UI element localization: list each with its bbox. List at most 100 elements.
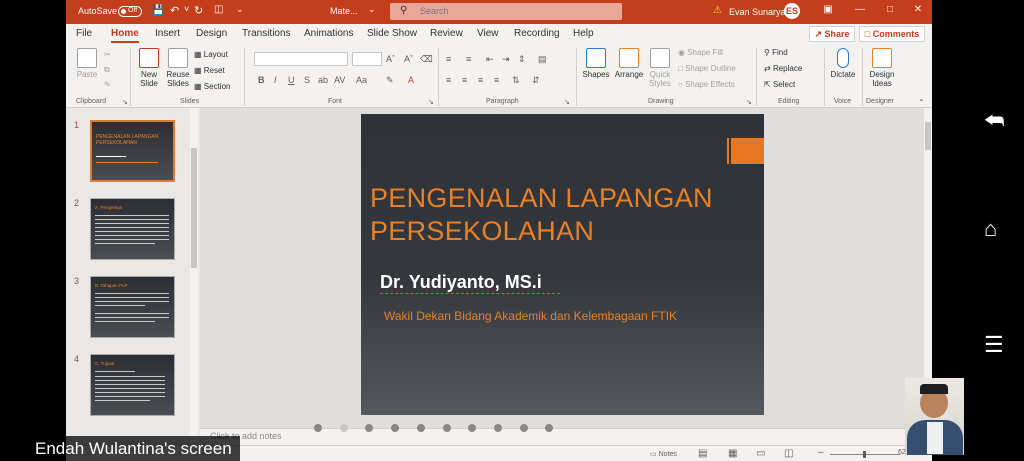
decrease-font-icon[interactable]: Aˇ: [404, 54, 413, 64]
increase-font-icon[interactable]: Aˆ: [386, 54, 395, 64]
slide-author[interactable]: Dr. Yudiyanto, MS.i: [380, 272, 542, 293]
maximize-icon[interactable]: □: [880, 4, 900, 20]
select-button[interactable]: ⇱ Select: [764, 80, 795, 89]
zoom-slider-knob[interactable]: [863, 451, 866, 458]
font-name-field[interactable]: [254, 52, 348, 66]
current-slide[interactable]: PENGENALAN LAPANGAN PERSEKOLAHAN Dr. Yud…: [361, 114, 764, 415]
reading-view-icon[interactable]: ▭: [756, 448, 765, 459]
bold-button[interactable]: B: [258, 75, 265, 85]
tab-insert[interactable]: Insert: [155, 28, 180, 39]
tab-file[interactable]: File: [76, 28, 92, 39]
char-spacing-button[interactable]: AV: [334, 75, 345, 85]
shape-outline-button[interactable]: □ Shape Outline: [678, 64, 736, 73]
text-direction-icon[interactable]: ⇅: [512, 75, 520, 86]
zoom-out-icon[interactable]: –: [818, 447, 824, 458]
normal-view-icon[interactable]: ▤: [698, 448, 707, 459]
scrollbar-thumb[interactable]: [925, 122, 931, 150]
tab-animations[interactable]: Animations: [304, 28, 353, 39]
clipboard-launcher-icon[interactable]: ↘: [122, 98, 128, 106]
tab-design[interactable]: Design: [196, 28, 227, 39]
section-button[interactable]: ▦ Section: [194, 82, 230, 91]
pager-dot[interactable]: [339, 424, 348, 432]
redo-icon[interactable]: ↻: [194, 4, 203, 17]
home-icon[interactable]: ⌂: [984, 216, 997, 242]
user-name[interactable]: Evan Sunarya: [729, 7, 786, 17]
highlight-icon[interactable]: ✎: [386, 75, 394, 86]
justify-icon[interactable]: ≡: [494, 75, 499, 85]
zoom-level[interactable]: 62: [898, 449, 906, 456]
quick-styles-button[interactable]: Quick Styles: [646, 48, 674, 88]
shapes-button[interactable]: Shapes: [582, 48, 610, 79]
slide-title[interactable]: PENGENALAN LAPANGAN PERSEKOLAHAN: [370, 182, 760, 248]
new-slide-button[interactable]: New Slide: [136, 48, 162, 88]
line-spacing-icon[interactable]: ⇕: [518, 54, 526, 65]
thumbnail-scrollbar[interactable]: [190, 108, 198, 461]
slide-thumbnail-3[interactable]: B. Tahapan PLP: [90, 276, 175, 338]
numbering-icon[interactable]: ≡: [466, 54, 471, 64]
search-input[interactable]: [420, 5, 610, 17]
arrange-button[interactable]: Arrange: [614, 48, 644, 79]
undo-icon[interactable]: ↶: [170, 4, 179, 17]
shape-effects-button[interactable]: ○ Shape Effects: [678, 80, 735, 89]
minimize-icon[interactable]: —: [850, 4, 870, 20]
pager-dot[interactable]: [391, 424, 400, 432]
shadow-button[interactable]: ab: [318, 75, 328, 85]
participant-video[interactable]: [905, 378, 964, 455]
menu-icon[interactable]: ☰: [984, 332, 1004, 358]
ribbon-display-icon[interactable]: ▣: [818, 4, 838, 20]
save-icon[interactable]: 💾: [152, 5, 164, 16]
decrease-indent-icon[interactable]: ⇤: [486, 54, 494, 65]
tab-slide-show[interactable]: Slide Show: [367, 28, 417, 39]
format-painter-icon[interactable]: ✎: [104, 80, 111, 89]
align-center-icon[interactable]: ≡: [462, 75, 467, 85]
align-left-icon[interactable]: ≡: [446, 75, 451, 85]
present-icon[interactable]: ◫: [214, 4, 223, 15]
tab-view[interactable]: View: [477, 28, 499, 39]
font-size-field[interactable]: [352, 52, 382, 66]
pager-dot[interactable]: [365, 424, 374, 432]
italic-button[interactable]: I: [274, 75, 277, 85]
tab-review[interactable]: Review: [430, 28, 463, 39]
share-button[interactable]: ↗ Share: [809, 26, 855, 42]
slide-thumbnail-2[interactable]: A. Pengertian: [90, 198, 175, 260]
slide-thumbnail-1[interactable]: PENGENALAN LAPANGAN PERSEKOLAHAN: [90, 120, 175, 182]
back-icon[interactable]: ⮪: [984, 108, 1004, 134]
pager-dot[interactable]: [545, 424, 554, 432]
dictate-button[interactable]: Dictate: [828, 48, 858, 79]
tab-transitions[interactable]: Transitions: [242, 28, 291, 39]
user-avatar[interactable]: ES: [784, 3, 800, 19]
collapse-ribbon-icon[interactable]: ⌃: [918, 98, 925, 107]
slide-sorter-icon[interactable]: ▦: [728, 448, 737, 459]
strikethrough-button[interactable]: S: [304, 75, 310, 85]
close-icon[interactable]: ✕: [908, 4, 928, 20]
tab-recording[interactable]: Recording: [514, 28, 560, 39]
search-box[interactable]: ⚲: [390, 3, 622, 20]
tab-help[interactable]: Help: [573, 28, 594, 39]
columns-icon[interactable]: ▤: [538, 54, 547, 65]
reset-button[interactable]: ▦ Reset: [194, 66, 225, 75]
design-ideas-button[interactable]: Design Ideas: [866, 48, 898, 88]
tab-home[interactable]: Home: [111, 28, 139, 43]
paragraph-launcher-icon[interactable]: ↘: [564, 98, 570, 106]
pager-dot[interactable]: [314, 424, 322, 432]
font-launcher-icon[interactable]: ↘: [428, 98, 434, 106]
font-color-icon[interactable]: A: [408, 75, 414, 85]
bullets-icon[interactable]: ≡: [446, 54, 451, 64]
find-button[interactable]: ⚲ Find: [764, 48, 788, 57]
pager-dot[interactable]: [493, 424, 502, 432]
align-right-icon[interactable]: ≡: [478, 75, 483, 85]
change-case-button[interactable]: Aa: [356, 75, 367, 85]
title-dropdown-icon[interactable]: ⌄: [368, 4, 376, 15]
align-text-icon[interactable]: ⇵: [532, 75, 540, 86]
pager-dot[interactable]: [468, 424, 477, 432]
slide-subtitle[interactable]: Wakil Dekan Bidang Akademik dan Kelembag…: [384, 309, 677, 323]
customize-toolbar-icon[interactable]: ⌄: [236, 4, 244, 15]
increase-indent-icon[interactable]: ⇥: [502, 54, 510, 65]
reuse-slides-button[interactable]: Reuse Slides: [166, 48, 190, 88]
notes-button[interactable]: ▭ Notes: [650, 450, 677, 458]
drawing-launcher-icon[interactable]: ↘: [746, 98, 752, 106]
autosave-toggle[interactable]: Off: [118, 6, 142, 17]
slideshow-view-icon[interactable]: ◫: [784, 448, 793, 459]
shape-fill-button[interactable]: ◉ Shape Fill: [678, 48, 723, 57]
pager-dot[interactable]: [519, 424, 528, 432]
